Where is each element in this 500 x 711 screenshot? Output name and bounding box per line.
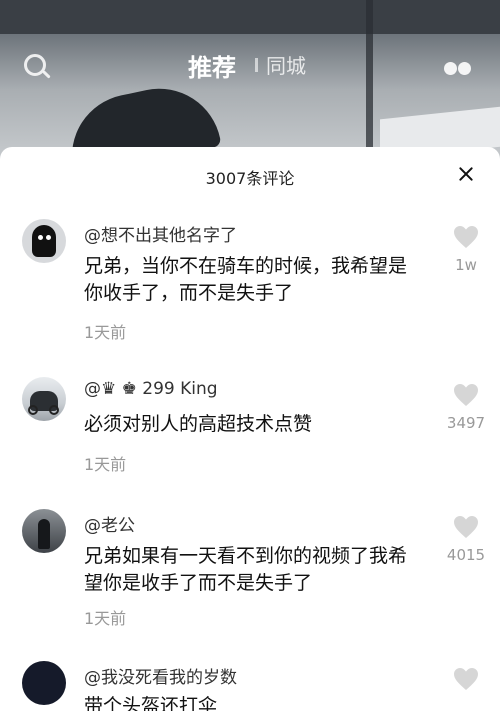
heart-icon (454, 516, 478, 538)
heart-icon (454, 668, 478, 690)
comment-text: 带个头盔还打伞 (84, 695, 218, 711)
avatar[interactable] (22, 219, 66, 263)
comment-item: @想不出其他名字了 兄弟，当你不在骑车的时候，我希望是你收手了，而不是失手了 1… (0, 219, 500, 349)
comment-username[interactable]: @想不出其他名字了 (84, 221, 237, 246)
comment-time: 1天前 (84, 609, 127, 628)
comments-header: 3007条评论 (0, 147, 500, 203)
like-button[interactable]: 3497 (444, 383, 488, 432)
heart-icon (454, 226, 478, 248)
comment-username[interactable]: @老公 (84, 511, 135, 536)
top-nav-bar: 推荐 同城 (0, 38, 500, 88)
comments-sheet: 3007条评论 @想不出其他名字了 兄弟，当你不在骑车的时候，我希望是你收手了，… (0, 147, 500, 711)
like-button[interactable]: 1w (444, 225, 488, 274)
comment-text: 必须对别人的高超技术点赞 (84, 413, 313, 435)
like-button[interactable] (444, 667, 488, 691)
like-count: 1w (455, 256, 477, 274)
avatar[interactable] (22, 509, 66, 553)
comment-item: @老公 兄弟如果有一天看不到你的视频了我希望你是收手了而不是失手了 1天前 40… (0, 509, 500, 639)
avatar[interactable] (22, 377, 66, 421)
like-count: 4015 (446, 546, 486, 564)
tab-recommended[interactable]: 推荐 (188, 48, 236, 83)
search-icon[interactable] (22, 52, 52, 82)
comment-item: @♛ ♚ 299 King 必须对别人的高超技术点赞 1天前 3497 (0, 377, 500, 477)
comment-time: 1天前 (84, 323, 127, 342)
comments-count-title: 3007条评论 (205, 169, 295, 188)
tab-divider (255, 58, 258, 72)
tab-local[interactable]: 同城 (266, 50, 306, 79)
like-button[interactable]: 4015 (444, 515, 488, 564)
comment-item: @我没死看我的岁数 带个头盔还打伞 (0, 661, 500, 711)
comment-text: 兄弟，当你不在骑车的时候，我希望是你收手了，而不是失手了 (84, 255, 408, 304)
comment-username[interactable]: @我没死看我的岁数 (84, 663, 237, 688)
comment-time: 1天前 (84, 455, 127, 474)
avatar[interactable] (22, 661, 66, 705)
like-count: 3497 (446, 414, 486, 432)
close-icon[interactable] (454, 163, 478, 187)
comment-username[interactable]: @♛ ♚ 299 King (84, 379, 218, 399)
more-dots-icon[interactable] (444, 60, 476, 76)
comment-text: 兄弟如果有一天看不到你的视频了我希望你是收手了而不是失手了 (84, 545, 408, 594)
heart-icon (454, 384, 478, 406)
